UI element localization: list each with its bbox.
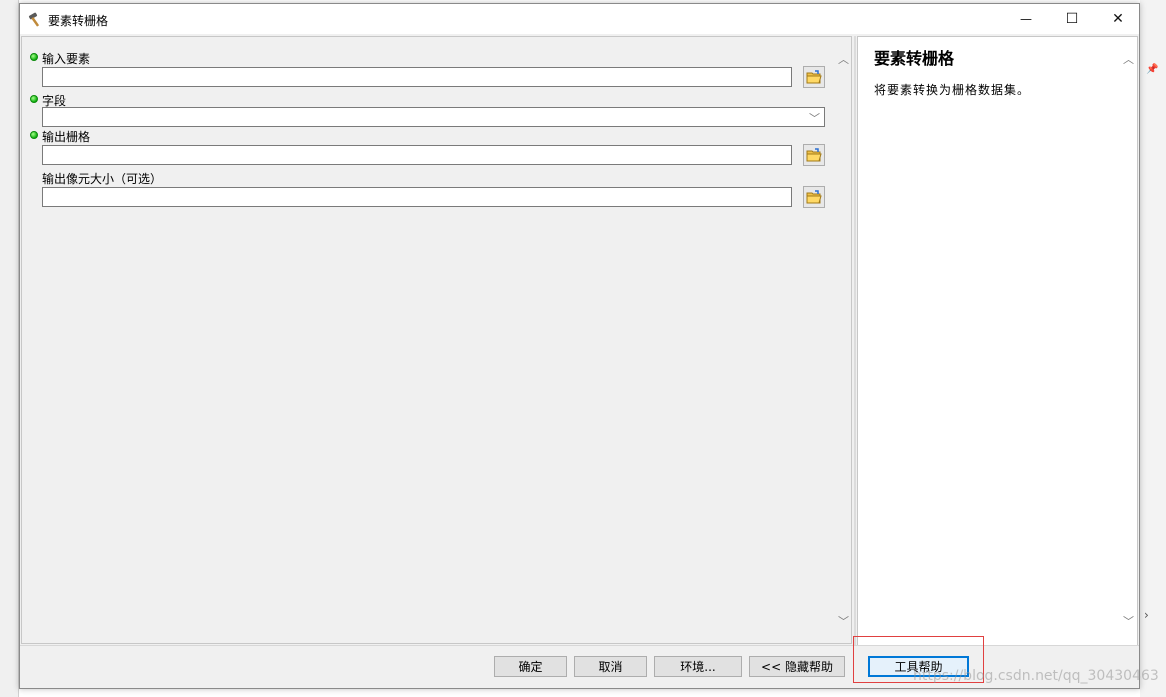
- output-raster-label: 输出栅格: [42, 130, 91, 144]
- dialog-window: 要素转栅格 — ☐ ✕ 输入要素 字段 ﹀ 输出栅格 输出像元大小（可选） ︿ …: [19, 3, 1140, 689]
- input-features-browse-button[interactable]: [803, 66, 825, 88]
- open-folder-icon: [806, 70, 822, 84]
- hide-help-button[interactable]: << 隐藏帮助: [749, 656, 845, 677]
- chevron-down-icon[interactable]: ﹀: [838, 613, 849, 629]
- watermark: https://blog.csdn.net/qq_30430463: [913, 668, 1159, 684]
- background-app-right-strip: 📌 ›: [1140, 0, 1166, 697]
- open-folder-icon: [806, 148, 822, 162]
- help-description: 将要素转换为栅格数据集。: [874, 83, 1031, 97]
- parameters-scrollbar[interactable]: ︿ ﹀: [836, 36, 852, 644]
- hammer-icon: [28, 12, 40, 27]
- output-cell-size-browse-button[interactable]: [803, 186, 825, 208]
- output-raster-browse-button[interactable]: [803, 144, 825, 166]
- output-cell-size-field[interactable]: [42, 187, 792, 207]
- parameters-pane: 输入要素 字段 ﹀ 输出栅格 输出像元大小（可选）: [21, 36, 836, 644]
- minimize-button[interactable]: —: [1003, 4, 1049, 34]
- chevron-down-icon[interactable]: ﹀: [1123, 613, 1134, 629]
- input-features-label: 输入要素: [42, 52, 91, 66]
- required-indicator-icon: [30, 131, 38, 139]
- chevron-up-icon[interactable]: ︿: [1123, 51, 1134, 67]
- field-dropdown[interactable]: ﹀: [42, 107, 825, 127]
- environments-button[interactable]: 环境...: [654, 656, 742, 677]
- help-title: 要素转栅格: [874, 49, 955, 68]
- minimize-icon: —: [1020, 12, 1032, 26]
- close-button[interactable]: ✕: [1095, 4, 1141, 34]
- window-title: 要素转栅格: [48, 14, 109, 28]
- background-app-left-strip: [0, 0, 19, 697]
- pin-icon: 📌: [1146, 64, 1159, 75]
- required-indicator-icon: [30, 95, 38, 103]
- ok-button[interactable]: 确定: [494, 656, 567, 677]
- output-cell-size-label: 输出像元大小（可选）: [42, 172, 163, 186]
- pane-splitter[interactable]: [854, 36, 856, 646]
- required-indicator-icon: [30, 53, 38, 61]
- input-features-field[interactable]: [42, 67, 792, 87]
- title-bar: 要素转栅格 — ☐ ✕: [20, 4, 1139, 34]
- chevron-down-icon: ﹀: [809, 112, 820, 125]
- help-pane: 要素转栅格 将要素转换为栅格数据集。 ︿ ﹀: [857, 36, 1138, 646]
- close-icon: ✕: [1112, 11, 1124, 27]
- chevron-up-icon[interactable]: ︿: [838, 51, 849, 67]
- maximize-icon: ☐: [1065, 11, 1079, 27]
- maximize-button[interactable]: ☐: [1049, 4, 1095, 34]
- output-raster-field[interactable]: [42, 145, 792, 165]
- open-folder-icon: [806, 190, 822, 204]
- cancel-button[interactable]: 取消: [574, 656, 647, 677]
- chevron-right-icon: ›: [1144, 608, 1149, 622]
